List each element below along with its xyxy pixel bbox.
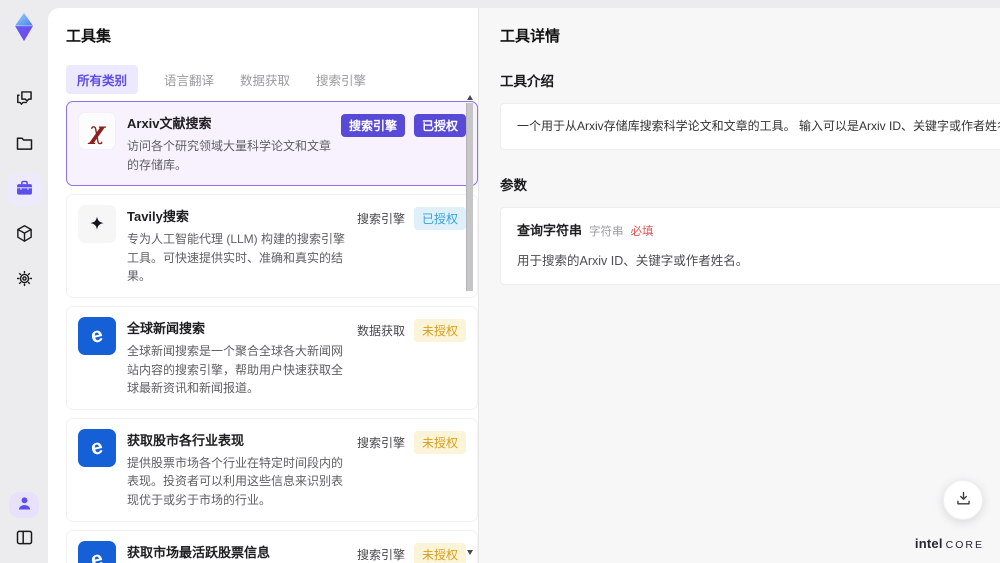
- brand-intel: intel: [914, 536, 943, 551]
- four-point-star-icon: [78, 205, 116, 244]
- tool-description: 专为人工智能代理 (LLM) 构建的搜索引擎工具。可快速提供实时、准确和真实的结…: [127, 232, 346, 284]
- layout-icon: [14, 527, 35, 551]
- tool-name: 获取股市各行业表现: [127, 432, 245, 448]
- sidebar-item-collapse[interactable]: [8, 522, 41, 555]
- auth-status-badge: 未授权: [413, 430, 466, 454]
- intro-heading: 工具介绍: [500, 74, 554, 89]
- category-label: 搜索引擎: [356, 435, 405, 450]
- param-type: 字符串: [589, 226, 624, 239]
- chat-icon: [14, 88, 35, 112]
- auth-status-badge: 已授权: [413, 207, 466, 231]
- sidebar-item-models[interactable]: [8, 218, 41, 251]
- category-badge: 搜索引擎: [340, 114, 405, 137]
- tool-detail-panel: 工具详情 工具介绍 一个用于从Arxiv存储库搜索科学论文和文章的工具。 输入可…: [478, 8, 1000, 563]
- category-tabs: 所有类别 语言翻译 数据获取 搜索引擎: [66, 64, 478, 94]
- tool-card-tavily[interactable]: Tavily搜索 专为人工智能代理 (LLM) 构建的搜索引擎工具。可快速提供实…: [66, 194, 478, 298]
- left-rail: [0, 0, 48, 563]
- toolbox-icon: [14, 178, 35, 202]
- sidebar-item-profile[interactable]: [9, 492, 39, 518]
- arxiv-chi-icon: χ: [78, 112, 116, 150]
- blue-news-icon: e: [78, 316, 116, 355]
- folder-icon: [14, 133, 35, 157]
- tool-name: Arxiv文献搜索: [127, 116, 212, 131]
- tool-card-global-news[interactable]: e 全球新闻搜索 全球新闻搜索是一个聚合全球各大新闻网站内容的搜索引擎，帮助用户…: [66, 305, 478, 410]
- param-required-badge: 必填: [630, 226, 654, 239]
- auth-status-badge: 未授权: [413, 542, 466, 563]
- category-label: 搜索引擎: [356, 547, 405, 562]
- tool-name: 获取市场最活跃股票信息: [127, 544, 271, 560]
- intel-core-logo: intel CORE: [915, 536, 984, 551]
- brand-core: CORE: [945, 539, 984, 551]
- rail-bottom: [8, 492, 41, 555]
- scroll-down-icon[interactable]: [467, 550, 473, 555]
- tool-list-panel: 工具集 所有类别 语言翻译 数据获取 搜索引擎 χ Arxiv文献搜索 访问各个…: [48, 8, 478, 563]
- tool-description: 提供股票市场各个行业在特定时间段内的表现。投资者可以利用这些信息来识别表现优于或…: [127, 455, 344, 507]
- tool-card-sector-performance[interactable]: e 获取股市各行业表现 提供股票市场各个行业在特定时间段内的表现。投资者可以利用…: [66, 417, 478, 522]
- tab-language-translation[interactable]: 语言翻译: [164, 70, 214, 89]
- sidebar-item-files[interactable]: [8, 128, 41, 161]
- auth-status-badge: 未授权: [413, 318, 466, 342]
- sidebar-item-chat[interactable]: [8, 83, 41, 116]
- gear-icon: [14, 268, 35, 292]
- auth-status-badge: 已授权: [413, 114, 466, 137]
- tool-card-most-active-stocks[interactable]: e 获取市场最活跃股票信息 提供当天交易量最高的股票列表。投资者可以利用这些信息…: [66, 529, 478, 563]
- sidebar-item-settings[interactable]: [8, 263, 41, 296]
- tab-data-acquisition[interactable]: 数据获取: [240, 70, 290, 89]
- category-label: 搜索引擎: [356, 212, 405, 227]
- user-icon: [15, 494, 34, 516]
- tab-search-engine[interactable]: 搜索引擎: [316, 70, 366, 89]
- tool-list: χ Arxiv文献搜索 访问各个研究领域大量科学论文和文章的存储库。 搜索引擎 …: [66, 101, 478, 563]
- detail-title: 工具详情: [500, 28, 561, 45]
- tool-card-arxiv[interactable]: χ Arxiv文献搜索 访问各个研究领域大量科学论文和文章的存储库。 搜索引擎 …: [66, 101, 478, 187]
- app-logo: [7, 9, 41, 45]
- tool-description: 访问各个研究领域大量科学论文和文章的存储库。: [127, 139, 332, 172]
- sidebar-item-tools[interactable]: [7, 173, 41, 206]
- param-description: 用于搜索的Arxiv ID、关键字或作者姓名。: [517, 253, 749, 268]
- main-shell: 工具集 所有类别 语言翻译 数据获取 搜索引擎 χ Arxiv文献搜索 访问各个…: [48, 8, 1000, 563]
- tab-all-categories[interactable]: 所有类别: [66, 64, 139, 94]
- parameter-box: 查询字符串 字符串 必填 用于搜索的Arxiv ID、关键字或作者姓名。: [500, 207, 1000, 285]
- intro-text: 一个用于从Arxiv存储库搜索科学论文和文章的工具。 输入可以是Arxiv ID…: [517, 119, 1000, 133]
- category-label: 数据获取: [356, 323, 405, 338]
- tool-name: 全球新闻搜索: [127, 320, 206, 336]
- scrollbar-thumb[interactable]: [466, 103, 473, 291]
- rail-nav: [7, 83, 41, 296]
- scroll-up-icon[interactable]: [467, 95, 473, 100]
- download-button[interactable]: [943, 480, 983, 520]
- cube-icon: [14, 223, 35, 247]
- blue-news-icon: e: [78, 540, 116, 563]
- blue-news-icon: e: [78, 428, 116, 467]
- page-title: 工具集: [66, 28, 112, 45]
- intro-box: 一个用于从Arxiv存储库搜索科学论文和文章的工具。 输入可以是Arxiv ID…: [500, 103, 1000, 151]
- param-name: 查询字符串: [517, 223, 583, 239]
- params-heading: 参数: [500, 178, 527, 194]
- tool-description: 全球新闻搜索是一个聚合全球各大新闻网站内容的搜索引擎，帮助用户快速获取全球最新资…: [127, 343, 344, 396]
- scrollbar[interactable]: [465, 93, 475, 557]
- tool-name: Tavily搜索: [127, 209, 189, 225]
- download-icon: [954, 489, 973, 511]
